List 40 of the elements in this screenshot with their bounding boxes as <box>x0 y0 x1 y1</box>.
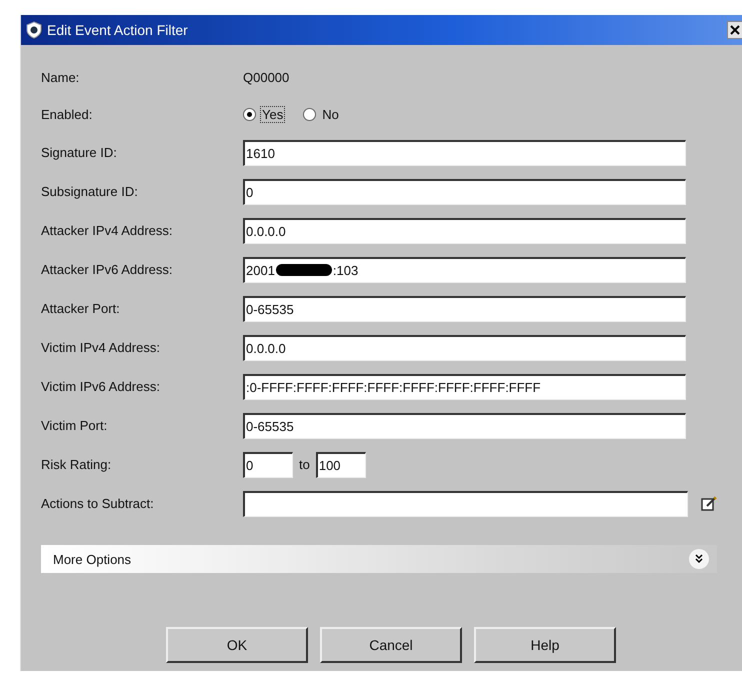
shield-icon <box>25 21 43 39</box>
field-label: Subsignature ID: <box>41 184 139 199</box>
field-label: Victim Port: <box>41 418 108 433</box>
expand-button[interactable] <box>689 549 709 569</box>
input-field[interactable]: 0.0.0.0 <box>243 218 686 244</box>
field-label: Signature ID: <box>41 145 118 160</box>
field-label: Victim IPv4 Address: <box>41 340 161 355</box>
input-field[interactable]: 0-65535 <box>243 296 686 322</box>
radio-button[interactable] <box>243 108 256 120</box>
field-label: Name: <box>41 70 80 84</box>
input-field[interactable]: 0.0.0.0 <box>243 334 686 360</box>
name-value: Q00000 <box>243 70 290 84</box>
radio-label[interactable]: No <box>320 106 341 122</box>
field-label: Attacker IPv6 Address: <box>41 262 174 277</box>
double-chevron-icon <box>694 554 704 564</box>
input-field[interactable]: :0-FFFF:FFFF:FFFF:FFFF:FFFF:FFFF:FFFF:FFFF <box>243 374 686 400</box>
edit-icon[interactable] <box>700 494 718 512</box>
field-label: Victim IPv6 Address: <box>41 379 161 394</box>
more-options-bar[interactable]: More Options <box>41 545 717 573</box>
input-field[interactable]: 2001 :103 <box>243 256 686 282</box>
radio-button[interactable] <box>303 108 316 120</box>
field-label: Attacker IPv4 Address: <box>41 223 174 238</box>
radio-label[interactable]: Yes <box>260 106 286 122</box>
field-label: Actions to Subtract: <box>41 496 155 511</box>
field-label: Risk Rating: <box>41 457 112 472</box>
input-field[interactable]: 0 <box>243 452 293 478</box>
window-title: Edit Event Action Filter <box>47 22 189 38</box>
range-separator: to <box>299 457 310 472</box>
input-field[interactable]: 0-65535 <box>243 412 686 438</box>
input-field[interactable]: 1610 <box>243 140 686 166</box>
input-field[interactable]: 100 <box>316 452 366 478</box>
dialog-button[interactable]: Help <box>474 627 616 663</box>
dialog-button[interactable]: Cancel <box>320 627 462 663</box>
field-label: Enabled: <box>41 106 94 122</box>
field-label: Attacker Port: <box>41 301 121 316</box>
input-field[interactable]: 0 <box>243 178 686 204</box>
dialog-button[interactable]: OK <box>166 627 308 663</box>
close-button[interactable] <box>727 21 742 39</box>
section-title: More Options <box>53 552 132 566</box>
input-field[interactable] <box>243 490 688 516</box>
